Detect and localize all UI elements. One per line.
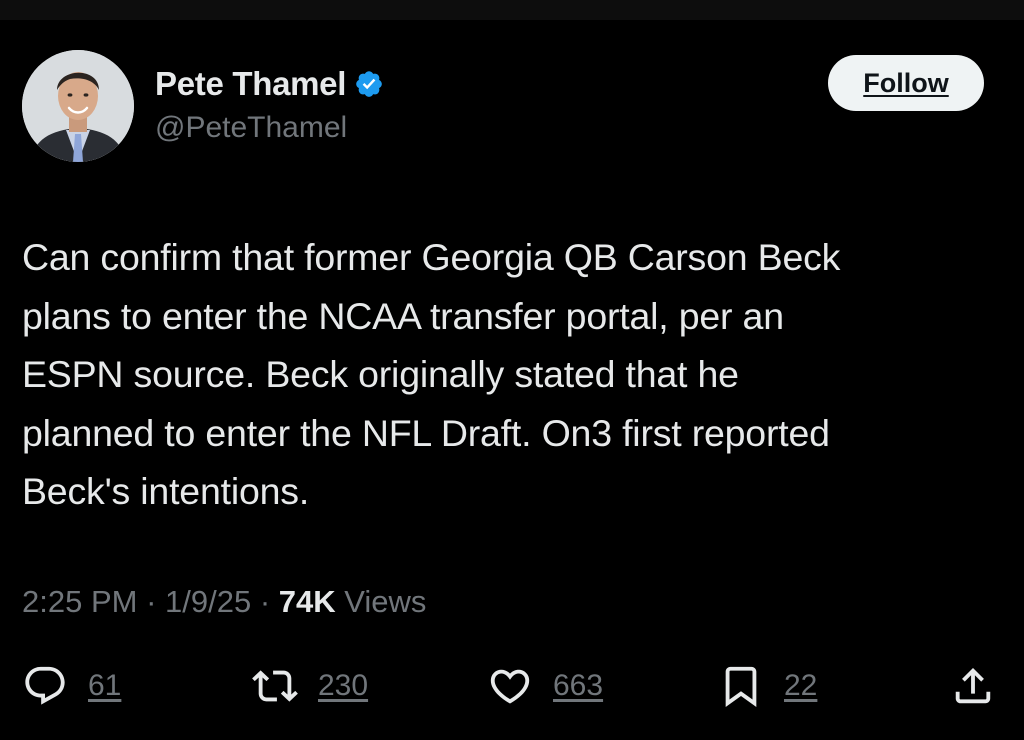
tweet-line: plans to enter the NCAA transfer portal,…	[22, 294, 784, 337]
views-label: Views	[335, 584, 427, 619]
action-bar: 61 230 663 22	[0, 660, 1024, 712]
tweet-line: ESPN source. Beck originally stated that…	[22, 353, 739, 395]
meta-separator: ·	[137, 584, 166, 619]
repost-count: 230	[318, 669, 369, 702]
handle[interactable]: @PeteThamel	[155, 111, 347, 145]
tweet-card: Pete Thamel @PeteThamel Follow Can confi…	[0, 20, 1024, 740]
top-strip	[0, 0, 1024, 20]
reply-count: 61	[88, 669, 122, 702]
share-icon	[950, 663, 996, 709]
tweet-line: Can confirm that former Georgia QB Carso…	[22, 236, 841, 278]
display-name[interactable]: Pete Thamel	[155, 65, 346, 103]
views-count: 74K	[278, 584, 336, 619]
avatar[interactable]	[22, 50, 134, 162]
tweet-meta: 2:25 PM · 1/9/25 · 74K Views	[22, 580, 426, 624]
follow-button[interactable]: Follow	[828, 55, 984, 111]
reply-icon	[22, 663, 68, 709]
tweet-text: Can confirm that former Georgia QB Carso…	[22, 228, 992, 521]
reply-button[interactable]: 61	[22, 660, 121, 712]
tweet-line: planned to enter the NFL Draft. On3 firs…	[22, 411, 830, 454]
heart-icon	[487, 663, 533, 709]
meta-separator: ·	[251, 584, 279, 619]
repost-icon	[252, 663, 298, 709]
author-name-row: Pete Thamel	[155, 64, 384, 104]
bookmark-count: 22	[784, 669, 818, 702]
like-button[interactable]: 663	[487, 660, 603, 712]
tweet-line: Beck's intentions.	[22, 470, 310, 512]
bookmark-icon	[718, 663, 764, 709]
like-count: 663	[553, 669, 604, 702]
avatar-photo	[22, 50, 134, 162]
timestamp-date[interactable]: 1/9/25	[165, 584, 251, 620]
bookmark-button[interactable]: 22	[718, 660, 817, 712]
share-button[interactable]	[950, 660, 996, 712]
repost-button[interactable]: 230	[252, 660, 368, 712]
timestamp-time[interactable]: 2:25 PM	[22, 584, 137, 620]
verified-badge-icon	[354, 69, 384, 99]
